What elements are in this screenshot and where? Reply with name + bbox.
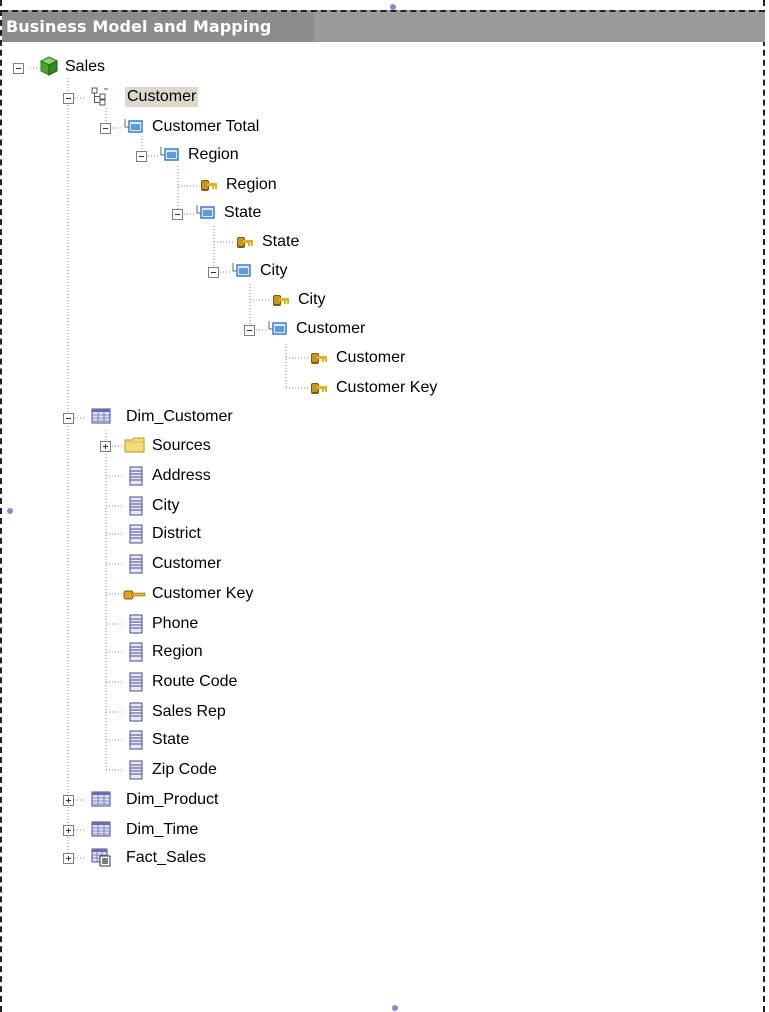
key-icon [270,290,292,310]
folder-icon [124,435,146,455]
tree-connector-lines [30,67,308,859]
tree-node-dim-customer[interactable]: Dim_Customer [126,407,233,427]
expand-toggle[interactable] [63,825,74,836]
collapse-toggle[interactable] [63,413,74,424]
tree-node-city-level[interactable]: City [260,261,288,281]
collapse-toggle[interactable] [172,209,183,220]
tree-node-column[interactable]: Customer [152,554,221,574]
column-icon [126,496,146,516]
tree-node-dim-product[interactable]: Dim_Product [126,790,218,810]
table-icon [90,789,112,809]
column-icon [126,466,146,486]
tree-node-customer-total[interactable]: Customer Total [152,117,259,137]
tree-node-sources[interactable]: Sources [152,436,211,456]
fact-table-icon [90,847,112,867]
tree-view: Sales Customer Customer Total Region Reg… [2,0,763,1012]
tree-node-column[interactable]: Phone [152,614,198,634]
cube-icon [39,56,59,76]
key-icon [198,175,220,195]
tree-node-column[interactable]: Address [152,466,211,486]
tree-node-column[interactable]: District [152,524,201,544]
tree-node-column[interactable]: Region [152,642,203,662]
column-icon [126,614,146,634]
table-icon [90,406,112,426]
tree-node-dim-time[interactable]: Dim_Time [126,820,198,840]
expand-toggle[interactable] [100,441,111,452]
tree-node-state-level[interactable]: State [224,203,261,223]
tree-node-customer-level[interactable]: Customer [296,319,365,339]
column-icon [126,642,146,662]
tree-node-column[interactable]: City [152,496,180,516]
column-icon [126,702,146,722]
column-icon [126,554,146,574]
tree-node-column[interactable]: Sales Rep [152,702,226,722]
hierarchy-icon [90,86,110,106]
level-icon [232,260,252,280]
level-icon [196,202,216,222]
business-model-panel: Business Model and Mapping Sales Custome… [0,0,765,1012]
collapse-toggle[interactable] [136,151,147,162]
level-icon [268,318,288,338]
key-icon [308,348,330,368]
tree-node-column-key[interactable]: Customer Key [152,584,253,604]
level-icon [160,144,180,164]
tree-node-fact-sales[interactable]: Fact_Sales [126,848,206,868]
tree-node-customer-key-1[interactable]: Customer [336,348,405,368]
table-icon [90,819,112,839]
tree-node-state-key[interactable]: State [262,232,299,252]
column-icon [126,760,146,780]
collapse-toggle[interactable] [208,267,219,278]
tree-node-column[interactable]: Route Code [152,672,237,692]
column-icon [126,672,146,692]
tree-node-region-level[interactable]: Region [188,145,239,165]
key-icon [234,232,256,252]
expand-toggle[interactable] [63,795,74,806]
key-icon [308,378,330,398]
tree-node-column[interactable]: Zip Code [152,760,217,780]
level-icon [124,116,144,136]
tree-node-region-key[interactable]: Region [226,175,277,195]
column-icon [126,730,146,750]
tree-node-city-key[interactable]: City [298,290,326,310]
tree-node-customer-hierarchy[interactable]: Customer [125,87,199,107]
collapse-toggle[interactable] [63,93,74,104]
tree-node-sales[interactable]: Sales [65,57,105,77]
expand-toggle[interactable] [63,853,74,864]
collapse-toggle[interactable] [13,63,24,74]
collapse-toggle[interactable] [100,123,111,134]
key-icon [122,584,148,604]
collapse-toggle[interactable] [244,325,255,336]
tree-node-column[interactable]: State [152,730,189,750]
column-icon [126,524,146,544]
tree-node-customer-key-2[interactable]: Customer Key [336,378,437,398]
